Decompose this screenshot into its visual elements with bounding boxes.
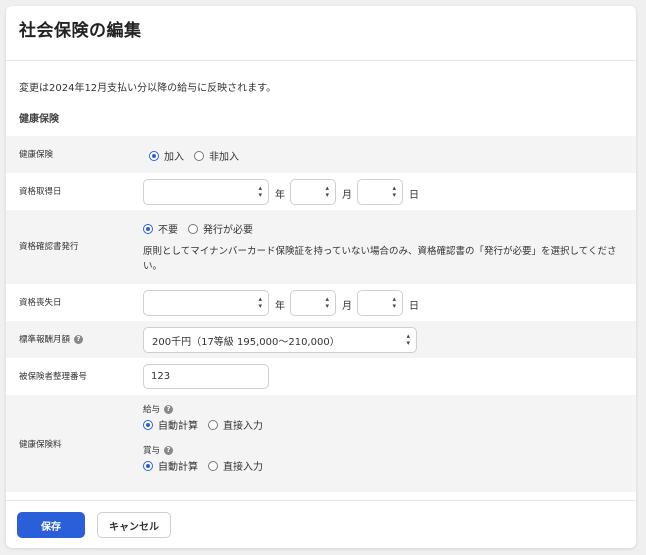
enrollment-option-not-join[interactable]: 非加入: [194, 148, 239, 163]
month-unit: 月: [342, 301, 352, 312]
insured-number-input[interactable]: 123: [143, 364, 269, 389]
row-enrollment: 健康保険 加入 非加入: [6, 136, 636, 173]
updown-caret-icon: ▴ ▾: [325, 184, 329, 199]
salary-option-manual[interactable]: 直接入力: [208, 417, 263, 432]
standard-remuneration-label-wrap: 標準報酬月額 ?: [19, 333, 84, 345]
premium-label: 健康保険料: [19, 440, 62, 450]
header-divider: [6, 60, 636, 61]
enrollment-option-join[interactable]: 加入: [149, 148, 184, 163]
radio-unselected-icon[interactable]: [194, 150, 204, 161]
standard-remuneration-label: 標準報酬月額: [19, 335, 71, 345]
month-unit: 月: [342, 190, 352, 201]
row-acquisition-date: 資格取得日 ▴ ▾ 年 ▴ ▾ 月 ▴ ▾ 日: [6, 173, 636, 210]
acquisition-year-select[interactable]: ▴ ▾: [143, 179, 269, 205]
enrollment-radio-group: 加入 非加入: [149, 148, 249, 163]
radio-unselected-icon[interactable]: [188, 223, 198, 234]
bonus-option-auto[interactable]: 自動計算: [143, 458, 198, 473]
acquisition-date-label: 資格取得日: [19, 187, 62, 197]
edit-social-insurance-card: 社会保険の編集 変更は2024年12月支払い分以降の給与に反映されます。 健康保…: [6, 6, 636, 548]
row-insured-number: 被保険者整理番号 123: [6, 358, 636, 395]
insured-number-label: 被保険者整理番号: [19, 372, 88, 382]
question-circle-icon[interactable]: ?: [74, 334, 84, 344]
footer-divider: [6, 500, 636, 501]
radio-selected-icon[interactable]: [143, 460, 153, 471]
day-unit: 日: [409, 301, 419, 312]
page-title: 社会保険の編集: [19, 21, 142, 41]
question-circle-icon[interactable]: ?: [164, 445, 174, 455]
updown-caret-icon: ▴ ▾: [325, 295, 329, 310]
salary-sublabel-wrap: 給与 ?: [143, 403, 174, 415]
updown-caret-icon: ▴ ▾: [258, 184, 262, 199]
acquisition-month-select[interactable]: ▴ ▾: [290, 179, 336, 205]
bonus-sublabel-wrap: 賞与 ?: [143, 444, 174, 456]
salary-option-auto[interactable]: 自動計算: [143, 417, 198, 432]
year-unit: 年: [275, 190, 285, 201]
bonus-radio-group: 自動計算 直接入力: [143, 458, 273, 473]
row-standard-remuneration: 標準報酬月額 ? 200千円（17等級 195,000〜210,000） ▴ ▾: [6, 321, 636, 358]
certificate-option-not-needed[interactable]: 不要: [143, 221, 178, 236]
radio-selected-icon[interactable]: [143, 419, 153, 430]
updown-caret-icon: ▴ ▾: [392, 184, 396, 199]
cancel-button[interactable]: キャンセル: [97, 512, 171, 538]
updown-caret-icon: ▴ ▾: [392, 295, 396, 310]
loss-date-label: 資格喪失日: [19, 298, 62, 308]
row-loss-date: 資格喪失日 ▴ ▾ 年 ▴ ▾ 月 ▴ ▾ 日: [6, 284, 636, 321]
certificate-note: 原則としてマイナンバーカード保険証を持っていない場合のみ、資格確認書の「発行が必…: [143, 246, 617, 272]
radio-selected-icon[interactable]: [149, 150, 159, 161]
standard-remuneration-select[interactable]: 200千円（17等級 195,000〜210,000） ▴ ▾: [143, 327, 417, 353]
certificate-option-needed[interactable]: 発行が必要: [188, 221, 253, 236]
updown-caret-icon: ▴ ▾: [258, 295, 262, 310]
loss-month-select[interactable]: ▴ ▾: [290, 290, 336, 316]
loss-day-select[interactable]: ▴ ▾: [357, 290, 403, 316]
save-button[interactable]: 保存: [17, 512, 85, 538]
certificate-radio-group: 不要 発行が必要: [143, 221, 263, 236]
section-title-health-insurance: 健康保険: [19, 114, 59, 125]
salary-label: 給与: [143, 405, 161, 415]
salary-radio-group: 自動計算 直接入力: [143, 417, 273, 432]
radio-unselected-icon[interactable]: [208, 460, 218, 471]
radio-unselected-icon[interactable]: [208, 419, 218, 430]
updown-caret-icon: ▴ ▾: [406, 332, 410, 347]
certificate-label: 資格確認書発行: [19, 242, 79, 252]
question-circle-icon[interactable]: ?: [164, 404, 174, 414]
effective-notice: 変更は2024年12月支払い分以降の給与に反映されます。: [19, 83, 277, 94]
year-unit: 年: [275, 301, 285, 312]
radio-selected-icon[interactable]: [143, 223, 153, 234]
loss-year-select[interactable]: ▴ ▾: [143, 290, 269, 316]
row-premium: 健康保険料: [6, 395, 636, 492]
enrollment-label: 健康保険: [19, 150, 54, 160]
acquisition-day-select[interactable]: ▴ ▾: [357, 179, 403, 205]
day-unit: 日: [409, 190, 419, 201]
bonus-option-manual[interactable]: 直接入力: [208, 458, 263, 473]
bonus-label: 賞与: [143, 446, 161, 456]
